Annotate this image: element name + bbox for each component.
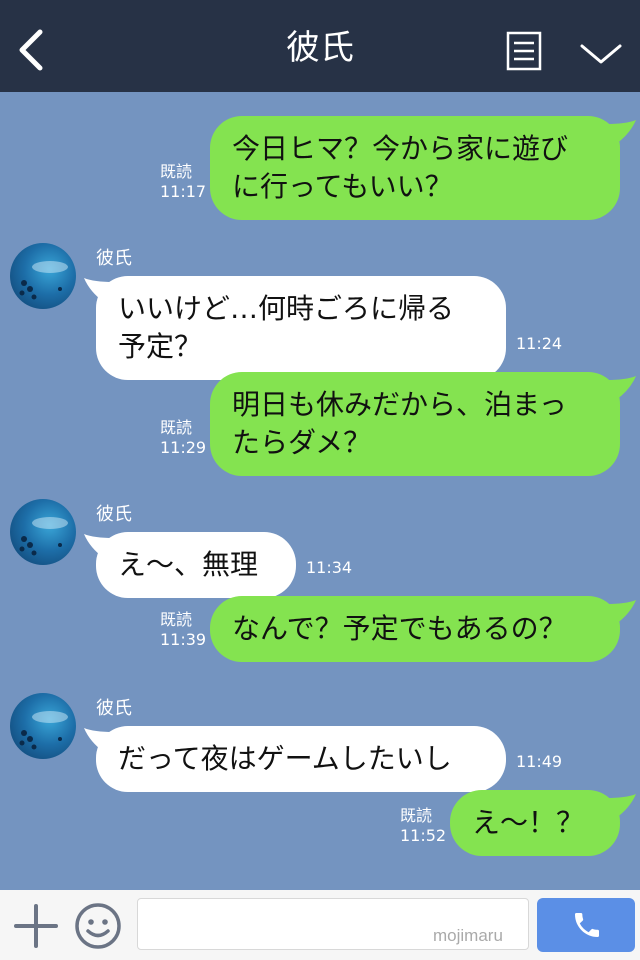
read-receipt: 既読 11:39 (160, 610, 207, 649)
message-time: 11:49 (516, 752, 563, 771)
menu-list-icon[interactable] (506, 31, 542, 71)
sender-name: 彼氏 (96, 504, 132, 525)
message-bubble-sent[interactable]: え～！？ (450, 790, 620, 856)
message-bubble-received[interactable]: いいけど…何時ごろに帰る 予定？ (96, 276, 506, 380)
read-receipt: 既読 11:17 (160, 162, 207, 201)
sender-name: 彼氏 (96, 698, 132, 719)
message-time: 11:34 (306, 558, 353, 577)
phone-icon (575, 913, 599, 937)
sender-name: 彼氏 (96, 248, 132, 269)
chat-title: 彼氏 (286, 28, 354, 68)
bubble-tail (606, 376, 636, 400)
message-time: 11:24 (516, 334, 563, 353)
composer-bar (0, 890, 640, 960)
bubble-tail (606, 600, 636, 624)
message-bubble-received[interactable]: え～、無理 (96, 532, 296, 598)
chat-header: 彼氏 (0, 0, 640, 92)
read-receipt: 既読 11:52 (400, 806, 447, 845)
message-bubble-sent[interactable]: 今日ヒマ？今から家に遊び に行ってもいい？ (210, 116, 620, 220)
watermark: mojimaru (433, 926, 503, 945)
call-button[interactable] (537, 898, 635, 952)
message-bubble-sent[interactable]: なんで？予定でもあるの？ (210, 596, 620, 662)
avatar[interactable] (10, 499, 76, 565)
message-bubble-received[interactable]: だって夜はゲームしたいし (96, 726, 506, 792)
bubble-tail (606, 120, 636, 144)
avatar[interactable] (10, 693, 76, 759)
read-receipt: 既読 11:29 (160, 418, 207, 457)
plus-icon[interactable] (14, 904, 58, 948)
message-bubble-sent[interactable]: 明日も休みだから、泊まっ たらダメ？ (210, 372, 620, 476)
emoji-icon[interactable] (74, 902, 122, 950)
avatar[interactable] (10, 243, 76, 309)
bubble-tail (606, 794, 636, 818)
chevron-down-icon[interactable] (578, 38, 624, 68)
chat-area[interactable]: 既読 11:17 今日ヒマ？今から家に遊び に行ってもいい？ 彼氏 いいけど…何… (0, 92, 640, 890)
